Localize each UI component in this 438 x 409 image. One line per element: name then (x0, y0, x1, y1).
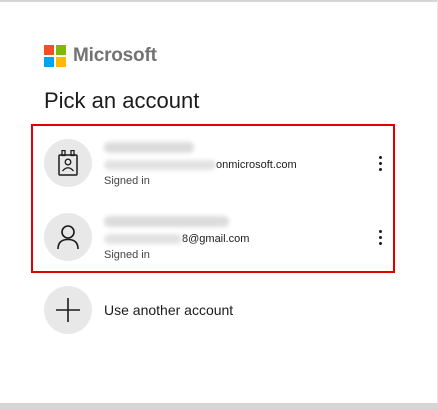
account-name-redacted (104, 216, 229, 227)
account-email: onmicrosoft.com (104, 157, 297, 173)
account-tile-2[interactable]: 8@gmail.com Signed in (44, 211, 392, 265)
use-another-account-button[interactable]: Use another account (44, 286, 344, 334)
account-name-redacted (104, 142, 194, 153)
more-options-button[interactable] (372, 225, 388, 249)
microsoft-logo: Microsoft (44, 45, 157, 67)
plus-icon (56, 298, 80, 322)
email-redacted-part (104, 160, 216, 170)
top-border (0, 0, 438, 2)
account-status: Signed in (104, 249, 150, 261)
more-dot (378, 155, 382, 159)
use-another-account-label: Use another account (104, 302, 234, 318)
email-visible-part: onmicrosoft.com (216, 159, 297, 171)
more-options-button[interactable] (372, 151, 388, 175)
id-badge-icon (58, 150, 78, 176)
logo-square-blue (44, 57, 54, 67)
email-redacted-part (104, 234, 182, 244)
logo-square-yellow (56, 57, 66, 67)
more-dot (378, 167, 382, 171)
more-dot (378, 241, 382, 245)
more-dot (378, 229, 382, 233)
bottom-border (0, 403, 438, 409)
account-email: 8@gmail.com (104, 231, 249, 247)
account-avatar (44, 213, 92, 261)
account-status: Signed in (104, 175, 150, 187)
person-icon (57, 225, 79, 250)
account-avatar (44, 139, 92, 187)
brand-name: Microsoft (73, 45, 157, 66)
account-tile-1[interactable]: onmicrosoft.com Signed in (44, 137, 392, 191)
more-dot (378, 161, 382, 165)
logo-square-green (56, 45, 66, 55)
email-visible-part: 8@gmail.com (182, 233, 250, 245)
page-title: Pick an account (44, 88, 200, 113)
add-account-avatar (44, 286, 92, 334)
microsoft-logo-icon (44, 45, 66, 67)
more-dot (378, 235, 382, 239)
logo-square-red (44, 45, 54, 55)
